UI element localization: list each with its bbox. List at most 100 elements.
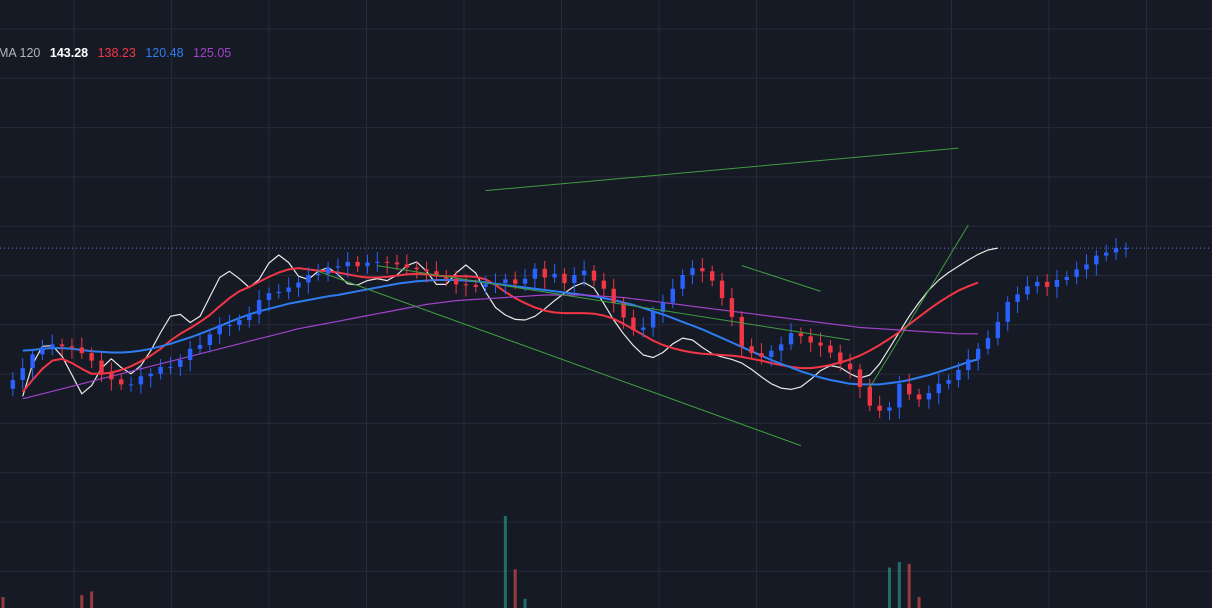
candle-body bbox=[739, 316, 744, 347]
candle-body bbox=[966, 359, 971, 370]
candle-body bbox=[453, 278, 459, 285]
moving-averages bbox=[21, 247, 998, 400]
volume-bar bbox=[80, 595, 84, 608]
candle-body bbox=[256, 300, 262, 315]
volume-bars bbox=[1, 516, 921, 608]
candle-body bbox=[670, 288, 675, 303]
candle-body bbox=[749, 346, 754, 354]
ma-legend: MA 120 143.28 138.23 120.48 125.05 bbox=[0, 46, 237, 60]
candle-body bbox=[956, 370, 961, 380]
candle-body bbox=[838, 352, 843, 364]
candle-body bbox=[286, 287, 291, 292]
candle-body bbox=[128, 384, 134, 386]
candle-body bbox=[857, 369, 863, 387]
ma-long-line bbox=[22, 279, 979, 386]
candle-body bbox=[99, 360, 104, 373]
candle-body bbox=[483, 283, 488, 287]
candle-body bbox=[995, 321, 1001, 339]
candle-body bbox=[788, 333, 794, 345]
candle-body bbox=[40, 347, 45, 355]
candle-body bbox=[818, 342, 823, 346]
candle-body bbox=[79, 347, 84, 354]
candle-body bbox=[719, 280, 725, 299]
candle-body bbox=[276, 291, 281, 294]
legend-value-1: 143.28 bbox=[49, 46, 89, 60]
candle-body bbox=[710, 271, 715, 281]
candle-body bbox=[1064, 276, 1069, 280]
trendline bbox=[869, 224, 969, 388]
volume-bar bbox=[1, 596, 5, 608]
candle-body bbox=[473, 285, 478, 287]
candle-body bbox=[296, 282, 301, 288]
candle-body bbox=[1074, 269, 1079, 277]
legend-value-4: 125.05 bbox=[193, 46, 232, 60]
candle-body bbox=[975, 348, 981, 360]
ma-mid-line bbox=[21, 267, 979, 393]
candle-body bbox=[887, 407, 892, 411]
candle-body bbox=[355, 261, 360, 267]
candle-body bbox=[985, 338, 991, 349]
candle-body bbox=[522, 278, 528, 284]
candle-body bbox=[50, 344, 55, 348]
volume-bar bbox=[503, 516, 507, 608]
candle-body bbox=[591, 270, 597, 281]
price-chart[interactable] bbox=[0, 0, 1212, 608]
candle-body bbox=[1123, 248, 1129, 250]
candle-body bbox=[562, 273, 567, 284]
trendline bbox=[377, 265, 851, 341]
candle-body bbox=[69, 346, 75, 348]
candle-body bbox=[877, 405, 882, 411]
candle-body bbox=[916, 394, 922, 400]
candle-body bbox=[936, 383, 941, 394]
legend-value-2: 138.23 bbox=[97, 46, 136, 60]
candle-body bbox=[1084, 264, 1089, 270]
candle-body bbox=[700, 268, 705, 272]
candle-body bbox=[867, 386, 872, 406]
candle-body bbox=[30, 354, 35, 369]
candle-body bbox=[542, 268, 547, 278]
candle-body bbox=[552, 273, 557, 278]
candle-body bbox=[335, 266, 341, 268]
trendline bbox=[485, 147, 959, 192]
legend-label: MA 120 bbox=[0, 46, 41, 60]
candle-body bbox=[306, 275, 311, 283]
candle-body bbox=[266, 293, 272, 300]
candle-body bbox=[729, 298, 735, 317]
candle-body bbox=[847, 363, 853, 370]
legend-value-3: 120.48 bbox=[145, 46, 184, 60]
grid bbox=[0, 0, 1212, 608]
candle-body bbox=[631, 317, 636, 330]
volume-bar bbox=[917, 596, 921, 608]
candle-body bbox=[424, 269, 429, 272]
candle-body bbox=[394, 262, 400, 265]
candle-body bbox=[207, 334, 213, 345]
volume-bar bbox=[888, 567, 891, 608]
candle-body bbox=[217, 325, 222, 335]
candle-body bbox=[158, 366, 163, 374]
candle-body bbox=[621, 303, 626, 318]
candle-body bbox=[1054, 280, 1060, 287]
candle-body bbox=[897, 383, 902, 408]
candle-body bbox=[690, 268, 695, 275]
candle-body bbox=[138, 376, 144, 385]
volume-bar bbox=[897, 562, 901, 608]
candle-body bbox=[1025, 286, 1030, 295]
candle-body bbox=[1015, 294, 1020, 302]
candle-body bbox=[1044, 281, 1050, 287]
candle-body bbox=[365, 262, 370, 267]
candle-body bbox=[237, 320, 242, 325]
candle-body bbox=[572, 275, 577, 284]
candle-body bbox=[808, 336, 813, 343]
candle-body bbox=[414, 267, 419, 270]
candle-body bbox=[247, 314, 252, 320]
candle-body bbox=[611, 288, 616, 304]
candle-body bbox=[187, 348, 193, 360]
volume-bar bbox=[523, 598, 527, 608]
candle-body bbox=[680, 275, 685, 289]
candle-body bbox=[650, 311, 656, 328]
candle-body bbox=[1104, 252, 1109, 256]
candle-body bbox=[601, 280, 607, 289]
trendline bbox=[741, 265, 821, 292]
candle-body bbox=[345, 261, 350, 267]
candle-body bbox=[119, 379, 124, 385]
